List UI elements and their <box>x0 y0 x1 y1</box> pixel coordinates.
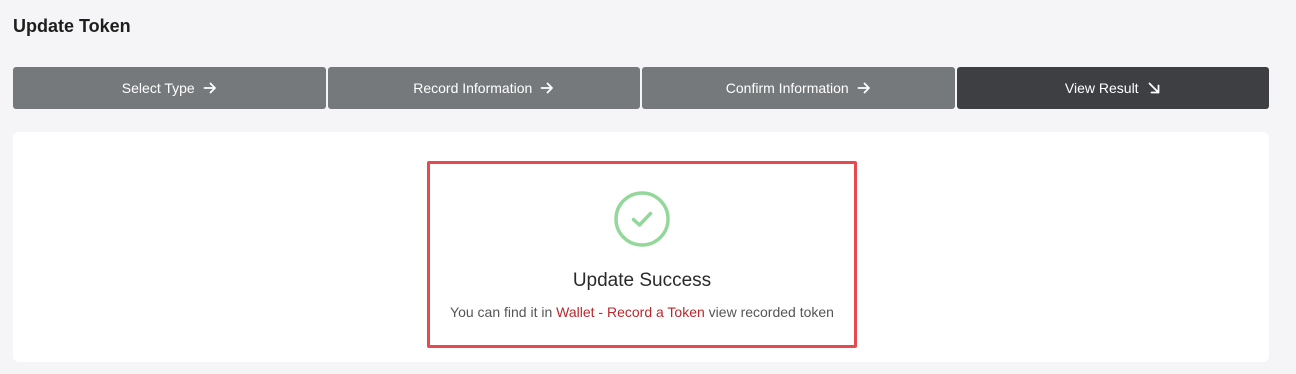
step-label: Confirm Information <box>725 80 849 96</box>
step-confirm-information[interactable]: Confirm Information <box>642 67 955 109</box>
arrow-right-icon <box>540 82 554 94</box>
arrow-right-icon <box>203 82 216 94</box>
step-progress-bar: Select Type Record Information Confirm I… <box>13 67 1269 109</box>
result-title: Update Success <box>572 270 712 291</box>
result-desc-suffix: view recorded token <box>708 304 834 320</box>
result-description: You can find it in Wallet - Record a Tok… <box>450 304 834 320</box>
result-card: Update Success You can find it in Wallet… <box>13 132 1269 362</box>
result-desc-prefix: You can find it in <box>450 304 553 320</box>
page-title: Update Token <box>13 16 131 36</box>
step-label: View Result <box>1064 80 1139 96</box>
wallet-record-token-link[interactable]: Wallet - Record a Token <box>556 304 705 320</box>
step-label: Select Type <box>121 80 195 96</box>
step-view-result[interactable]: View Result <box>956 67 1269 109</box>
step-record-information[interactable]: Record Information <box>327 67 640 109</box>
arrow-right-icon <box>857 82 870 94</box>
step-select-type[interactable]: Select Type <box>13 67 326 109</box>
check-circle-icon <box>614 191 670 247</box>
result-highlight-box: Update Success You can find it in Wallet… <box>427 161 857 348</box>
step-label: Record Information <box>413 80 533 96</box>
arrow-down-right-icon <box>1148 82 1159 94</box>
